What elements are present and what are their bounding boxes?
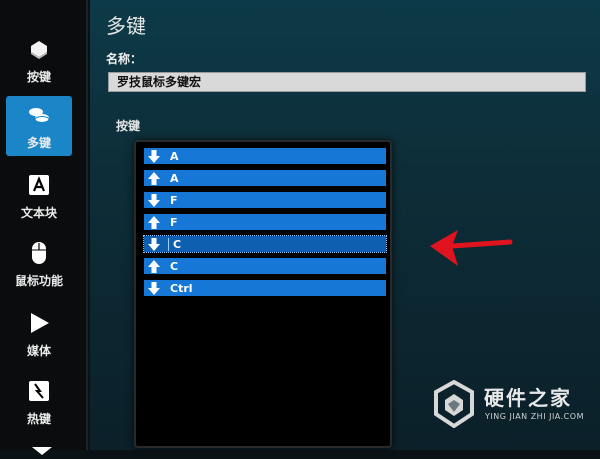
key-label: F	[170, 193, 178, 207]
key-list[interactable]: A A F F C C Ctrl	[134, 140, 392, 448]
arrow-down-icon	[144, 192, 164, 208]
sidebar-item-label: 按键	[26, 70, 51, 84]
name-label: 名称：	[106, 52, 143, 66]
watermark-subtitle: YING JIAN ZHI JIA.COM	[485, 412, 584, 421]
sidebar-item-label: 文本块	[20, 206, 57, 220]
arrow-up-icon	[144, 170, 164, 186]
hotkey-icon	[26, 378, 52, 404]
arrow-up-icon	[144, 214, 164, 230]
key-row[interactable]: F	[144, 214, 386, 230]
text-block-icon	[26, 172, 52, 198]
key-row[interactable]: A	[144, 170, 386, 186]
sidebar-item-key[interactable]: 按键	[6, 30, 72, 90]
arrow-down-icon	[144, 236, 164, 252]
keys-label: 按键	[116, 119, 141, 133]
key-row-selected[interactable]: C	[143, 235, 387, 253]
key-row[interactable]: F	[144, 192, 386, 208]
sidebar: 按键 多键 文本块 鼠标功能 媒体 热键	[0, 0, 88, 455]
main-panel: 多键 名称： 罗技鼠标多键宏 按键 A A F F C C Ctrl 硬件之家 …	[90, 0, 600, 450]
name-input[interactable]: 罗技鼠标多键宏	[108, 72, 586, 92]
sidebar-item-label: 鼠标功能	[14, 274, 63, 288]
media-play-icon	[26, 310, 52, 336]
mouse-icon	[26, 240, 52, 266]
arrow-up-icon	[144, 258, 164, 274]
key-row[interactable]: Ctrl	[144, 280, 386, 296]
sidebar-divider	[86, 0, 88, 450]
sidebar-item-label: 热键	[26, 412, 51, 426]
key-row[interactable]: A	[144, 148, 386, 164]
sidebar-item-mouse-function[interactable]: 鼠标功能	[6, 234, 72, 294]
key-row[interactable]: C	[144, 258, 386, 274]
key-label: C	[170, 259, 179, 273]
sidebar-item-hotkey[interactable]: 热键	[6, 372, 72, 432]
sidebar-item-label: 多键	[26, 136, 51, 150]
key-label: C	[168, 237, 181, 251]
key-label: A	[170, 149, 179, 163]
sidebar-more-icon[interactable]	[30, 440, 54, 455]
annotation-arrow-icon	[428, 222, 514, 278]
key-label: Ctrl	[170, 281, 193, 295]
sidebar-item-label: 媒体	[26, 344, 51, 358]
key-icon	[26, 36, 52, 62]
arrow-down-icon	[144, 280, 164, 296]
sidebar-item-media[interactable]: 媒体	[6, 304, 72, 364]
page-title: 多键	[106, 14, 146, 38]
key-label: F	[170, 215, 178, 229]
watermark: 硬件之家 YING JIAN ZHI JIA.COM	[432, 380, 592, 432]
multikey-icon	[26, 102, 52, 128]
arrow-down-icon	[144, 148, 164, 164]
watermark-title: 硬件之家	[484, 386, 572, 410]
sidebar-item-text-block[interactable]: 文本块	[6, 166, 72, 226]
key-label: A	[170, 171, 179, 185]
watermark-logo-icon	[434, 380, 474, 428]
sidebar-item-multikey[interactable]: 多键	[6, 96, 72, 156]
